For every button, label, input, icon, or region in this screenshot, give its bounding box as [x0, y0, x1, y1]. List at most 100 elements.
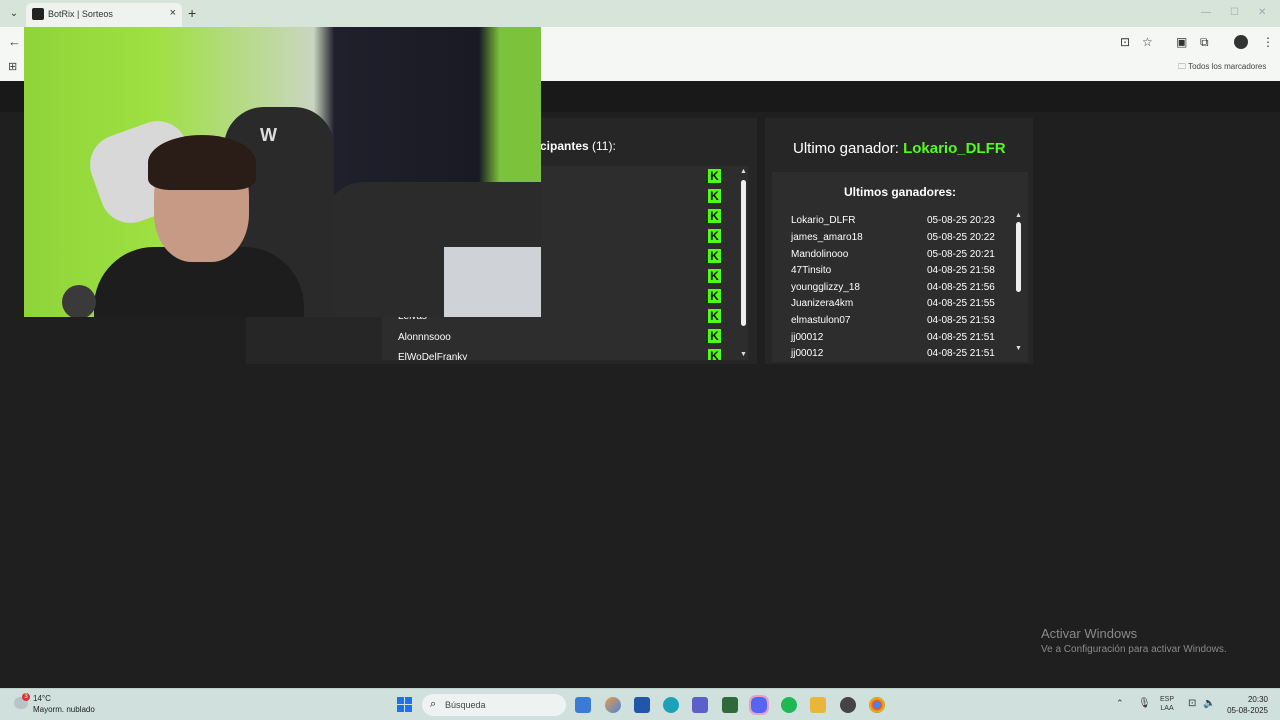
kick-icon: K	[708, 289, 721, 303]
activate-title: Activar Windows	[1041, 626, 1138, 641]
back-icon[interactable]: ←	[8, 34, 21, 49]
apps-icon[interactable]: ⊞	[8, 60, 17, 73]
kick-icon: K	[708, 309, 721, 323]
history-winner-date: 04-08-25 21:56	[927, 282, 995, 293]
close-tab-icon[interactable]: ×	[170, 7, 176, 19]
teams-icon[interactable]	[692, 697, 708, 713]
start-button[interactable]	[397, 697, 412, 712]
taskbar: 3 14°C Mayorm. nublado ⌕ Búsqueda ⌃ 🎙 ES…	[0, 688, 1280, 720]
new-tab-icon[interactable]: +	[188, 5, 196, 21]
history-winner-name: james_amaro18	[791, 232, 863, 243]
copilot-icon[interactable]	[605, 697, 621, 713]
history-winner-date: 04-08-25 21:58	[927, 265, 995, 276]
language-indicator[interactable]: ESP LAA	[1160, 695, 1174, 713]
edge-icon[interactable]	[663, 697, 679, 713]
history-winner-name: Lokario_DLFR	[791, 215, 856, 226]
streamer-hair	[148, 135, 256, 190]
browser-tab[interactable]: BotRix | Sorteos ×	[26, 3, 182, 27]
taskbar-search[interactable]: ⌕ Búsqueda	[422, 694, 566, 716]
history-winner-name: 47Tinsito	[791, 265, 832, 276]
kick-icon: K	[708, 169, 721, 183]
clock-time: 20:30	[1247, 695, 1268, 704]
store-icon[interactable]	[634, 697, 650, 713]
favicon-icon	[32, 8, 44, 20]
tab-title: BotRix | Sorteos	[48, 9, 113, 19]
scroll-up-icon[interactable]: ▲	[740, 168, 747, 175]
clock-date: 05-08-2025	[1227, 706, 1268, 715]
history-winner-date: 05-08-25 20:22	[927, 232, 995, 243]
webcam-sheet	[444, 247, 541, 317]
window-close-icon[interactable]: ✕	[1258, 7, 1266, 18]
last-winner-name: Lokario_DLFR	[903, 140, 1006, 157]
file-explorer-icon[interactable]	[810, 697, 826, 713]
microphone-tray-icon[interactable]: 🎙	[1138, 698, 1151, 709]
mail-icon[interactable]	[575, 697, 591, 713]
participants-count: (11):	[592, 139, 616, 153]
participants-title: cipantes (11):	[540, 139, 616, 153]
last-winner-label: Ultimo ganador:	[793, 140, 899, 157]
participants-title-text: cipantes	[540, 139, 589, 153]
language-code: ESP	[1160, 696, 1175, 703]
webcam-overlay: W	[24, 27, 541, 317]
kick-icon: K	[708, 229, 721, 243]
chrome-icon[interactable]	[869, 697, 885, 713]
profile-avatar[interactable]	[1234, 35, 1248, 49]
history-scrollbar[interactable]	[1016, 222, 1021, 292]
participants-scrollbar[interactable]	[741, 180, 746, 326]
history-winner-name: youngglizzy_18	[791, 282, 860, 293]
address-bar[interactable]	[540, 31, 1160, 53]
activate-windows-watermark: Activar Windows Ve a Configuración para …	[1041, 626, 1227, 655]
obs-icon[interactable]	[840, 697, 856, 713]
kick-icon: K	[708, 269, 721, 283]
kick-icon: K	[708, 189, 721, 203]
chair-logo: W	[260, 125, 277, 145]
winners-history[interactable]: Ultimos ganadores: Lokario_DLFR 05-08-25…	[772, 172, 1028, 362]
vim-icon[interactable]	[722, 697, 738, 713]
bookmarks-label: Todos los marcadores	[1188, 62, 1267, 71]
participant-name: Alonnnsooo	[398, 332, 451, 343]
extension-icon[interactable]: ▣	[1176, 35, 1187, 49]
history-winner-date: 04-08-25 21:55	[927, 298, 995, 309]
translate-icon[interactable]: ⊡	[1120, 35, 1130, 49]
kick-icon: K	[708, 329, 721, 343]
history-winner-date: 04-08-25 21:51	[927, 332, 995, 343]
search-icon: ⌕	[430, 698, 437, 710]
history-winner-name: elmastulon07	[791, 315, 851, 326]
all-bookmarks-link[interactable]: 🗀 Todos los marcadores	[1178, 61, 1266, 75]
history-winner-name: jj00012	[791, 332, 824, 343]
history-winner-date: 04-08-25 21:53	[927, 315, 995, 326]
notification-badge: 3	[22, 693, 30, 701]
discord-icon[interactable]	[749, 695, 769, 715]
last-winner: Ultimo ganador: Lokario_DLFR	[793, 140, 1006, 157]
volume-icon[interactable]: 🔈	[1203, 698, 1215, 709]
history-winner-date: 05-08-25 20:21	[927, 249, 995, 260]
scroll-down-icon[interactable]: ▼	[740, 351, 747, 358]
kick-icon: K	[708, 249, 721, 263]
search-placeholder: Búsqueda	[445, 700, 486, 710]
bookmark-star-icon[interactable]: ☆	[1142, 35, 1153, 49]
weather-description: Mayorm. nublado	[33, 705, 95, 714]
history-winner-name: jj00012	[791, 348, 824, 359]
microphone	[62, 285, 96, 317]
tray-overflow-icon[interactable]: ⌃	[1116, 698, 1124, 709]
menu-dots-icon[interactable]: ⋮	[1262, 35, 1274, 49]
history-winner-date: 04-08-25 21:51	[927, 348, 995, 359]
browser-tabstrip: ⌄ BotRix | Sorteos × + — ☐ ✕	[0, 0, 1280, 27]
tab-search-icon[interactable]: ⌄	[6, 6, 22, 22]
history-scroll-down-icon[interactable]: ▼	[1015, 345, 1022, 352]
system-clock[interactable]: 20:30 05-08-2025	[1222, 694, 1268, 716]
weather-temperature: 14°C	[33, 694, 51, 703]
maximize-icon[interactable]: ☐	[1230, 7, 1239, 18]
kick-icon: K	[708, 349, 721, 360]
participant-name: ElWoDelFranky	[398, 352, 468, 360]
winner-panel: Ultimo ganador: Lokario_DLFR Ultimos gan…	[765, 118, 1033, 364]
network-icon[interactable]: ⊡	[1188, 698, 1196, 709]
keyboard-layout: LAA	[1160, 705, 1174, 712]
puzzle-icon[interactable]: ⧉	[1200, 35, 1209, 50]
history-scroll-up-icon[interactable]: ▲	[1015, 212, 1022, 219]
minimize-icon[interactable]: —	[1201, 7, 1211, 18]
history-winner-name: Juanizera4km	[791, 298, 854, 309]
activate-subtitle: Ve a Configuración para activar Windows.	[1041, 644, 1227, 655]
kick-icon: K	[708, 209, 721, 223]
spotify-icon[interactable]	[781, 697, 797, 713]
